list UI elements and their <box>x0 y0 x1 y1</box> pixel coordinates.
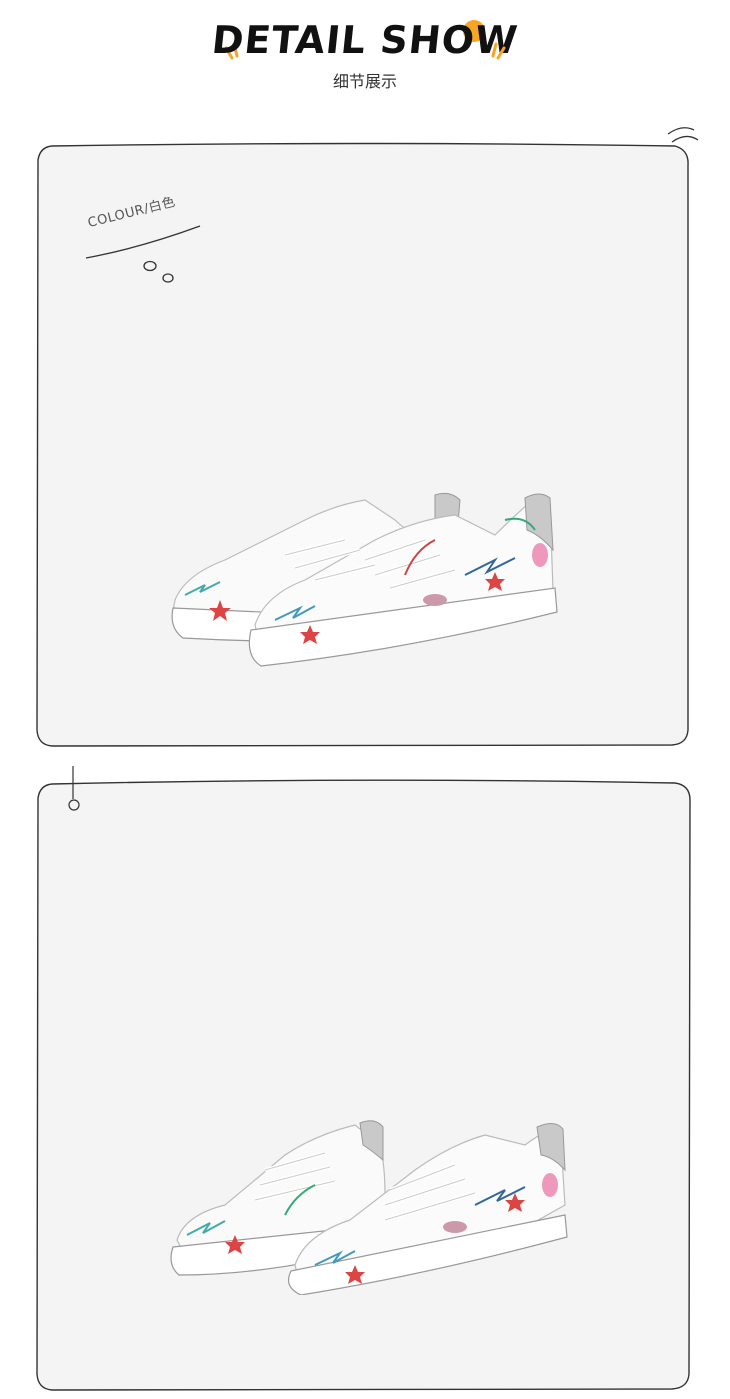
corner-scribble <box>667 127 699 143</box>
product-image-shoes-side <box>171 492 558 667</box>
panel2-frame <box>36 779 691 1391</box>
product-image-shoes-front <box>170 1120 568 1295</box>
